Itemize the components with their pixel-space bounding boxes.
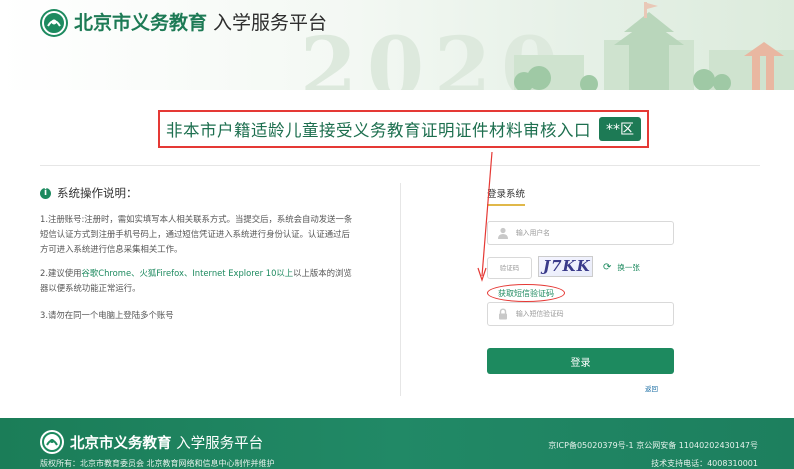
entry-title: 非本市户籍适龄儿童接受义务教育证明证件材料审核入口 bbox=[166, 121, 591, 140]
lock-icon bbox=[499, 308, 507, 320]
instruction-item-1: 1.注册账号:注册时，需如实填写本人相关联系方式。当提交后，系统会自动发送一条短… bbox=[40, 214, 353, 254]
captcha-image[interactable]: J7KK bbox=[538, 256, 593, 277]
instruction-item-2-prefix: 2.建议使用 bbox=[40, 268, 82, 278]
username-field[interactable] bbox=[487, 221, 674, 245]
footer-icp: 京ICP备05020379号-1 京公网安备 11040202430147号 bbox=[548, 441, 758, 450]
entry-banner: 非本市户籍适龄儿童接受义务教育证明证件材料审核入口 **区 bbox=[158, 110, 649, 148]
site-footer: 北京市义务教育 入学服务平台 版权所有：北京市教育委员会 北京教育网络和信息中心… bbox=[0, 418, 794, 469]
brand-subtitle: 入学服务平台 bbox=[213, 12, 328, 34]
instructions-header: i 系统操作说明： bbox=[40, 185, 138, 201]
district-badge: **区 bbox=[599, 117, 641, 141]
footer-brand: 北京市义务教育 入学服务平台 bbox=[70, 432, 263, 453]
get-sms-code-button[interactable]: 获取短信验证码 bbox=[487, 284, 565, 302]
brand-name: 北京市义务教育 bbox=[74, 12, 208, 34]
back-link[interactable]: 返回 bbox=[645, 383, 658, 393]
browser-list: 谷歌Chrome、火狐Firefox、Internet Explorer 10以… bbox=[81, 268, 294, 278]
refresh-label: 换一张 bbox=[617, 263, 640, 272]
temple-skyline-illustration bbox=[514, 2, 794, 90]
instruction-item-3: 3.请勿在同一个电脑上登陆多个账号 bbox=[40, 310, 174, 320]
captcha-field[interactable] bbox=[487, 257, 532, 279]
site-header: 2020 北京市义务教育 入学服务平台 bbox=[0, 0, 794, 90]
site-brand: 北京市义务教育 入学服务平台 bbox=[74, 9, 327, 37]
footer-support-phone: 技术支持电话：4008310001 bbox=[651, 459, 758, 468]
column-divider bbox=[400, 183, 401, 396]
captcha-text: J7KK bbox=[543, 257, 591, 275]
instructions-title: 系统操作说明： bbox=[57, 186, 138, 200]
instruction-item-2: 2.建议使用谷歌Chrome、火狐Firefox、Internet Explor… bbox=[40, 266, 358, 296]
sms-button-label: 获取短信验证码 bbox=[498, 288, 554, 298]
footer-copyright: 版权所有：北京市教育委员会 北京教育网络和信息中心制作并维护 bbox=[40, 459, 275, 468]
section-divider bbox=[40, 165, 760, 166]
refresh-captcha-link[interactable]: ⟳ 换一张 bbox=[603, 262, 640, 273]
user-icon bbox=[498, 227, 508, 239]
footer-logo-icon bbox=[40, 430, 64, 454]
login-button[interactable]: 登录 bbox=[487, 348, 674, 374]
captcha-input[interactable] bbox=[488, 261, 531, 275]
username-input[interactable] bbox=[516, 225, 666, 241]
info-icon: i bbox=[40, 187, 51, 199]
footer-brand-subtitle: 入学服务平台 bbox=[176, 436, 264, 452]
sms-code-input[interactable] bbox=[516, 306, 666, 322]
refresh-icon: ⟳ bbox=[603, 262, 612, 273]
sms-code-field[interactable] bbox=[487, 302, 674, 326]
login-title-underline bbox=[487, 204, 525, 206]
login-title: 登录系统 bbox=[487, 189, 526, 200]
site-logo-icon bbox=[40, 9, 68, 37]
footer-brand-name: 北京市义务教育 bbox=[70, 436, 172, 452]
